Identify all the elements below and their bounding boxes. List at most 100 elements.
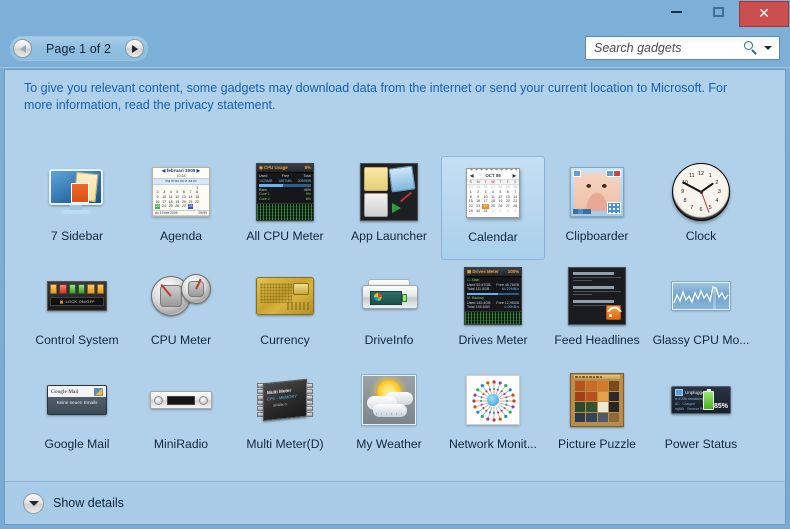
gadget-art-power-status: Unplugged ● 4:23h remaining ACCharged mg… xyxy=(671,386,731,414)
gadget-art-app-launcher xyxy=(360,163,418,221)
gadget-art-picture-puzzle xyxy=(570,373,624,427)
chevron-left-icon xyxy=(20,45,26,53)
gadget-item-driveinfo[interactable]: DriveInfo xyxy=(337,260,441,364)
gadget-label: Network Monit... xyxy=(449,437,537,451)
gadget-art-control-system: 🔒 LOCK ON/OFF xyxy=(47,281,107,311)
gadget-label: Feed Headlines xyxy=(554,333,639,347)
chevron-right-icon xyxy=(132,45,138,53)
gadget-thumbnail xyxy=(357,264,421,328)
gadget-thumbnail: ◉ CPU Usage8% UsedFreeTotal 1425MB1667MB… xyxy=(253,160,317,224)
gadget-art-calendar: ◀OCT 06▶ SMTWTFS 24252627282930123456789… xyxy=(466,168,520,218)
gadget-item-cpu-meter[interactable]: CPU Meter xyxy=(129,260,233,364)
gadget-thumbnail: Multi MeterCPU - MEMORY SFkills © xyxy=(253,368,317,432)
search-icon[interactable] xyxy=(744,41,758,55)
gadget-thumbnail: Unplugged ● 4:23h remaining ACCharged mg… xyxy=(669,368,733,432)
gadget-label: Agenda xyxy=(160,229,202,243)
gadget-thumbnail: ◀OCT 06▶ SMTWTFS 24252627282930123456789… xyxy=(461,161,525,225)
gadget-item-all-cpu-meter[interactable]: ◉ CPU Usage8% UsedFreeTotal 1425MB1667MB… xyxy=(233,156,337,260)
gadget-item-currency[interactable]: Currency xyxy=(233,260,337,364)
navigation-bar: Page 1 of 2 Search gadgets xyxy=(0,28,790,68)
gadget-label: My Weather xyxy=(356,437,421,451)
gadget-item-multi-meter-d[interactable]: Multi MeterCPU - MEMORY SFkills ©Multi M… xyxy=(233,364,337,468)
gadget-item-power-status[interactable]: Unplugged ● 4:23h remaining ACCharged mg… xyxy=(649,364,753,468)
maximize-button[interactable] xyxy=(697,0,739,24)
details-bar: Show details xyxy=(4,481,786,525)
gadget-item-picture-puzzle[interactable]: Picture Puzzle xyxy=(545,364,649,468)
gadget-label: Power Status xyxy=(665,437,737,451)
gadget-art-driveinfo xyxy=(360,279,418,313)
gadget-thumbnail: ◀ februari 2009 ▶ 10:18 ma di wo do vr z… xyxy=(149,160,213,224)
gadget-thumbnail xyxy=(565,264,629,328)
gadget-label: All CPU Meter xyxy=(246,229,323,243)
gadget-thumbnail: 123456789101112 xyxy=(669,160,733,224)
search-input[interactable]: Search gadgets xyxy=(594,41,744,55)
gadget-thumbnail xyxy=(253,264,317,328)
gadget-thumbnail xyxy=(669,264,733,328)
close-icon: ✕ xyxy=(758,7,770,21)
gadget-thumbnail xyxy=(45,160,109,224)
gadget-item-network-monit[interactable]: Network Monit... xyxy=(441,364,545,468)
rss-icon xyxy=(606,305,621,320)
gadget-label: Glassy CPU Mo... xyxy=(653,333,750,347)
gadget-label: Clipboarder xyxy=(565,229,628,243)
show-details-button[interactable] xyxy=(23,493,44,514)
privacy-notice: To give you relevant content, some gadge… xyxy=(24,80,758,114)
minimize-button[interactable] xyxy=(655,0,697,24)
chevron-down-icon[interactable] xyxy=(764,46,772,50)
gadget-item-glassy-cpu-mo[interactable]: Glassy CPU Mo... xyxy=(649,260,753,364)
gadget-label: 7 Sidebar xyxy=(51,229,103,243)
gadget-item-miniradio[interactable]: MiniRadio xyxy=(129,364,233,468)
gadget-label: MiniRadio xyxy=(154,437,208,451)
gadget-label: App Launcher xyxy=(351,229,427,243)
gadget-gallery-panel: To give you relevant content, some gadge… xyxy=(4,69,786,481)
gadget-item-drives-meter[interactable]: ▣ Drives Meter100% C: Main Used 62.87GBF… xyxy=(441,260,545,364)
gadget-thumbnail xyxy=(565,160,629,224)
gadget-thumbnail xyxy=(149,368,213,432)
gadget-art-drives-meter: ▣ Drives Meter100% C: Main Used 62.87GBF… xyxy=(464,267,522,325)
gadget-thumbnail xyxy=(565,368,629,432)
gadget-item-calendar[interactable]: ◀OCT 06▶ SMTWTFS 24252627282930123456789… xyxy=(441,156,545,260)
gadget-art-agenda: ◀ februari 2009 ▶ 10:18 ma di wo do vr z… xyxy=(152,167,210,217)
gadget-item-clipboarder[interactable]: Clipboarder xyxy=(545,156,649,260)
gadget-label: Drives Meter xyxy=(458,333,527,347)
chevron-down-icon xyxy=(29,501,39,506)
gadget-label: CPU Meter xyxy=(151,333,211,347)
gadget-grid: 7 Sidebar ◀ februari 2009 ▶ 10:18 ma di … xyxy=(25,156,765,468)
gadget-thumbnail xyxy=(461,368,525,432)
gadget-art-cpu-meter xyxy=(151,274,211,318)
gadget-art-clipboarder xyxy=(570,167,624,217)
previous-page-button[interactable] xyxy=(13,39,32,58)
gadget-thumbnail: ▣ Drives Meter100% C: Main Used 62.87GBF… xyxy=(461,264,525,328)
search-box[interactable]: Search gadgets xyxy=(585,36,780,60)
page-navigator: Page 1 of 2 xyxy=(10,36,148,61)
maximize-icon xyxy=(713,7,724,17)
close-button[interactable]: ✕ xyxy=(739,1,789,27)
page-indicator-label: Page 1 of 2 xyxy=(32,42,125,56)
gadget-item-my-weather[interactable]: My Weather xyxy=(337,364,441,468)
gadget-item-7-sidebar[interactable]: 7 Sidebar xyxy=(25,156,129,260)
nav-divider xyxy=(0,67,790,68)
window-controls: ✕ xyxy=(655,0,790,27)
gadget-thumbnail: Google Mail Keine neuen Emails xyxy=(45,368,109,432)
gadget-art-network-monitor xyxy=(466,375,520,425)
gadget-art-google-mail: Google Mail Keine neuen Emails xyxy=(47,385,107,415)
gadget-label: Google Mail xyxy=(44,437,109,451)
gadget-art-currency xyxy=(256,277,314,315)
gadget-gallery-window: ✕ Page 1 of 2 Search gadgets To give you… xyxy=(0,0,790,529)
next-page-button[interactable] xyxy=(125,39,144,58)
gadget-label: Calendar xyxy=(468,230,517,244)
gadget-label: Control System xyxy=(35,333,118,347)
gadget-item-control-system[interactable]: 🔒 LOCK ON/OFF Control System xyxy=(25,260,129,364)
gadget-thumbnail xyxy=(357,368,421,432)
gadget-art-all-cpu-meter: ◉ CPU Usage8% UsedFreeTotal 1425MB1667MB… xyxy=(256,163,314,221)
gadget-art-miniradio xyxy=(150,391,212,409)
gadget-item-app-launcher[interactable]: App Launcher xyxy=(337,156,441,260)
gadget-item-feed-headlines[interactable]: Feed Headlines xyxy=(545,260,649,364)
gadget-item-clock[interactable]: 123456789101112 Clock xyxy=(649,156,753,260)
show-details-label[interactable]: Show details xyxy=(53,496,124,510)
gadget-art-feed-headlines xyxy=(568,267,626,325)
gadget-label: Clock xyxy=(686,229,716,243)
gadget-art-multi-meter: Multi MeterCPU - MEMORY SFkills © xyxy=(257,379,313,421)
gadget-item-google-mail[interactable]: Google Mail Keine neuen Emails Google Mai… xyxy=(25,364,129,468)
gadget-item-agenda[interactable]: ◀ februari 2009 ▶ 10:18 ma di wo do vr z… xyxy=(129,156,233,260)
